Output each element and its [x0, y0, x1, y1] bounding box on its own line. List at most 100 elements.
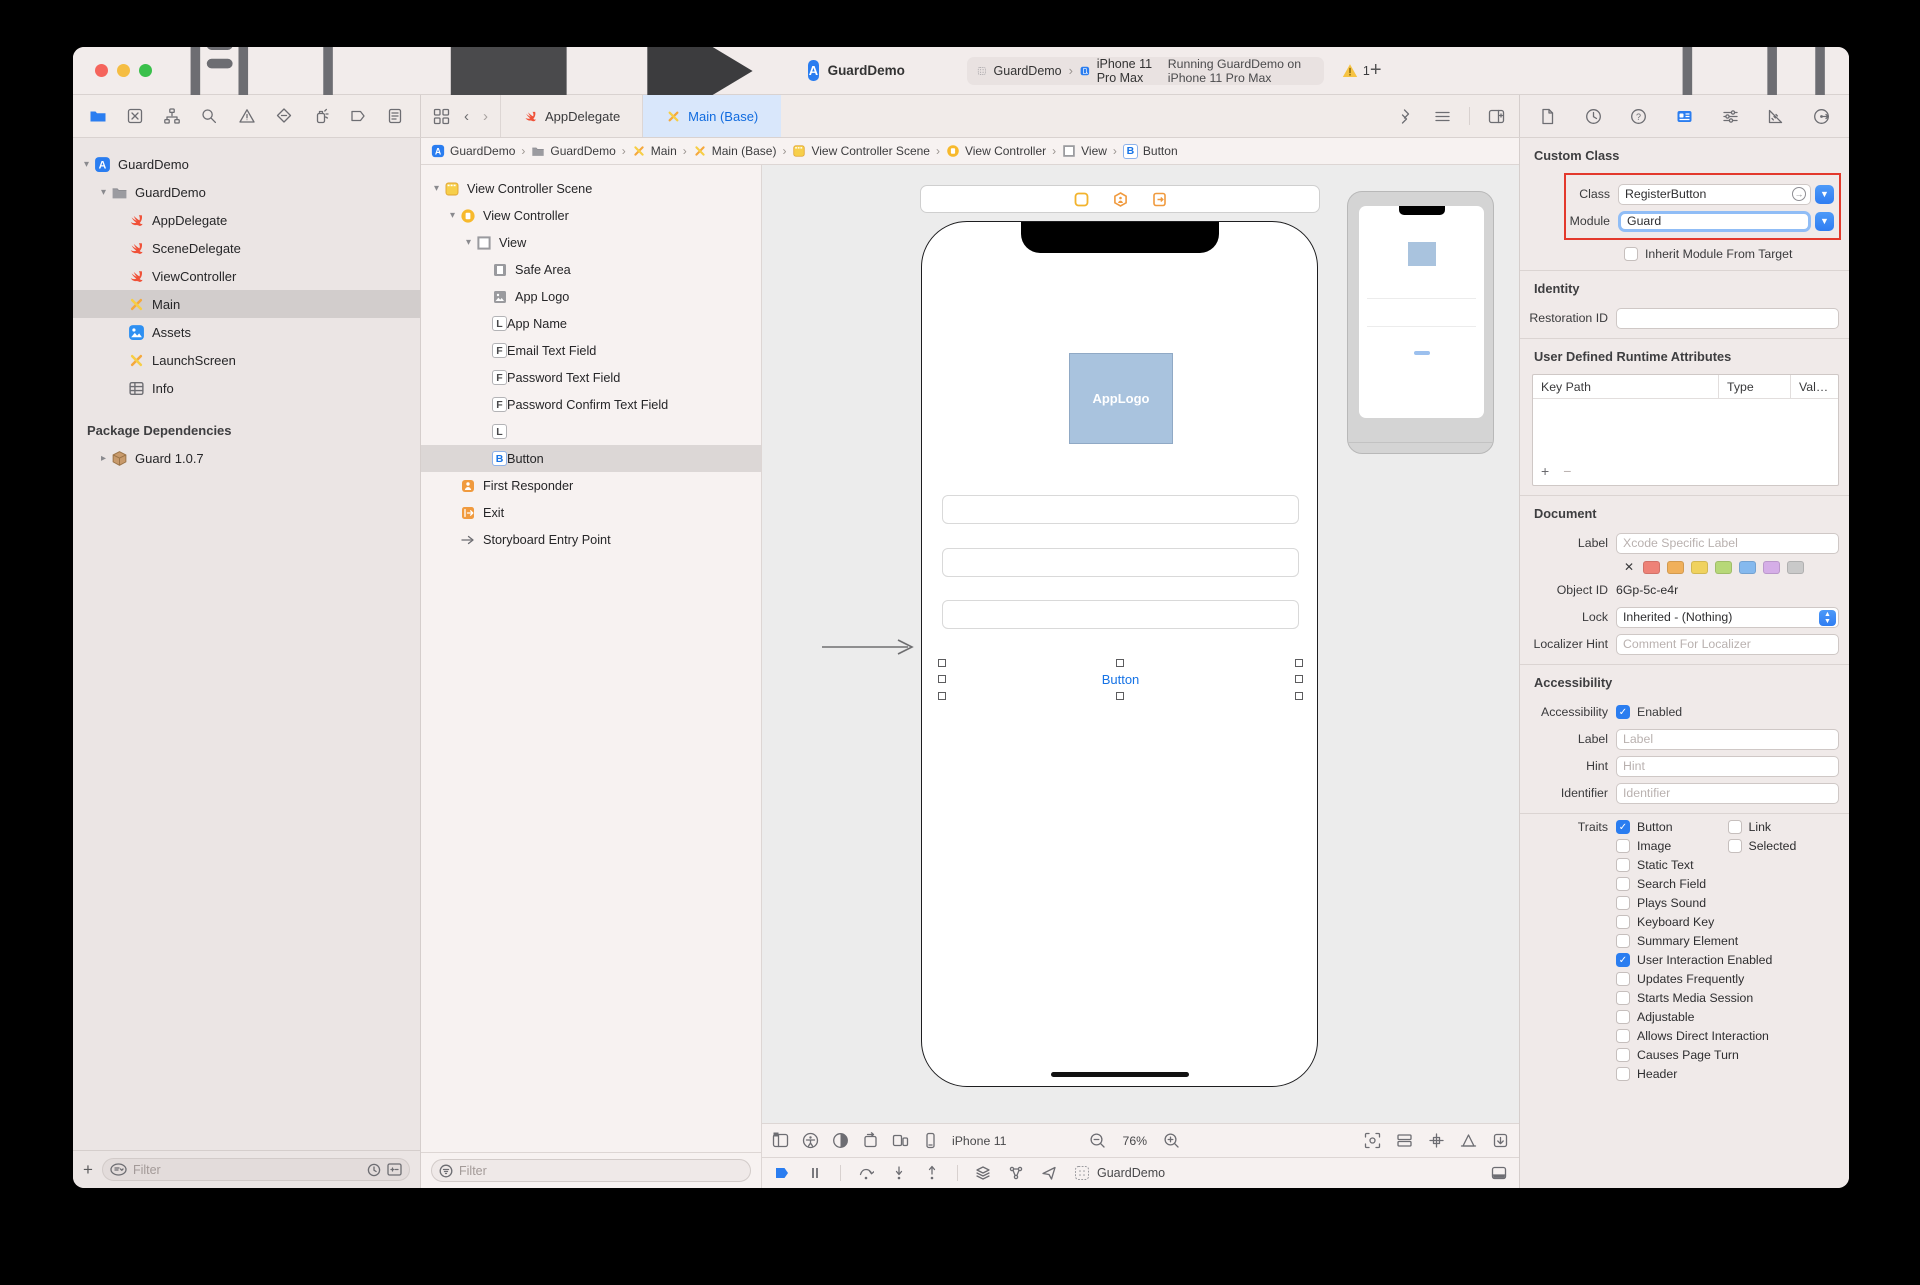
add-constraints-icon[interactable] [1428, 1132, 1445, 1149]
password-confirm-text-field[interactable] [942, 600, 1299, 629]
step-over-icon[interactable] [858, 1165, 874, 1181]
jumpbar-segment-guarddemo[interactable]: AGuardDemo [431, 144, 515, 158]
zoom-out-icon[interactable] [1089, 1132, 1106, 1149]
first-responder-dock-icon[interactable] [1113, 192, 1128, 207]
outline-item-view-controller-scene[interactable]: ▾View Controller Scene [421, 175, 761, 202]
tab-overview-icon[interactable] [433, 108, 450, 125]
trait-static-text[interactable]: Static Text [1616, 858, 1839, 872]
trait-header[interactable]: Header [1616, 1067, 1839, 1081]
forward-nav-icon[interactable]: › [483, 108, 488, 125]
appearance-icon[interactable] [832, 1132, 849, 1149]
runtime-attributes-table[interactable]: Key Path Type Val… + − [1532, 374, 1839, 486]
zoom-level[interactable]: 76% [1122, 1134, 1147, 1148]
trait-checkbox[interactable] [1616, 839, 1630, 853]
trait-summary-element[interactable]: Summary Element [1616, 934, 1839, 948]
new-tab-button[interactable]: + [1370, 59, 1382, 82]
navigator-item-assets[interactable]: Assets [73, 318, 420, 346]
package-item-guard-1-0-7[interactable]: ▸Guard 1.0.7 [73, 444, 420, 472]
outline-toggle-icon[interactable] [772, 1132, 789, 1149]
running-app-name[interactable]: GuardDemo [1097, 1166, 1165, 1180]
exit-dock-icon[interactable] [1152, 192, 1167, 207]
selection-handle[interactable] [1295, 692, 1303, 700]
simulate-location-icon[interactable] [1041, 1165, 1057, 1181]
navigator-source-control-icon[interactable] [126, 107, 144, 125]
console-toggle-icon[interactable] [1491, 1165, 1507, 1181]
step-into-icon[interactable] [891, 1165, 907, 1181]
outline-filter-input[interactable] [459, 1164, 743, 1178]
iphone-canvas-device[interactable]: AppLogo Button [921, 221, 1318, 1087]
trait-checkbox[interactable] [1616, 858, 1630, 872]
password-text-field[interactable] [942, 548, 1299, 577]
disclosure-triangle[interactable]: ▾ [429, 183, 444, 194]
navigator-item-appdelegate[interactable]: AppDelegate [73, 206, 420, 234]
color-swatch-5[interactable] [1763, 561, 1780, 574]
outline-item-view-controller[interactable]: ▾View Controller [421, 202, 761, 229]
restoration-id-input[interactable] [1616, 308, 1839, 329]
align-icon[interactable] [1460, 1132, 1477, 1149]
view-controller-dock-icon[interactable] [1074, 192, 1089, 207]
navigator-filter-field[interactable] [102, 1158, 410, 1181]
outline-item-view[interactable]: ▾View [421, 229, 761, 256]
trait-selected[interactable]: Selected [1728, 839, 1840, 853]
navigator-item-guarddemo[interactable]: ▾AGuardDemo [73, 150, 420, 178]
color-swatch-1[interactable] [1667, 561, 1684, 574]
trait-keyboard-key[interactable]: Keyboard Key [1616, 915, 1839, 929]
jumpbar-segment-main[interactable]: Main [632, 144, 677, 158]
app-logo-view[interactable]: AppLogo [1069, 353, 1173, 444]
add-attribute-button[interactable]: + [1541, 463, 1549, 479]
disclosure-triangle[interactable]: ▾ [96, 187, 111, 198]
trait-checkbox[interactable] [1616, 991, 1630, 1005]
accessibility-enabled-checkbox[interactable] [1616, 705, 1630, 719]
navigator-project-icon[interactable] [89, 107, 107, 125]
navigator-item-viewcontroller[interactable]: ViewController [73, 262, 420, 290]
jumpbar-segment-view-controller[interactable]: View Controller [946, 144, 1046, 158]
disclosure-triangle[interactable]: ▾ [445, 210, 460, 221]
lock-popup[interactable]: Inherited - (Nothing) ▲▼ [1616, 607, 1839, 628]
trait-checkbox[interactable] [1616, 972, 1630, 986]
outline-item-app-logo[interactable]: App Logo [421, 283, 761, 310]
localizer-hint-input[interactable] [1616, 634, 1839, 655]
update-frames-icon[interactable] [1364, 1132, 1381, 1149]
trait-adjustable[interactable]: Adjustable [1616, 1010, 1839, 1024]
trait-checkbox[interactable] [1616, 1010, 1630, 1024]
trait-checkbox[interactable] [1616, 877, 1630, 891]
trait-checkbox[interactable] [1616, 953, 1630, 967]
recent-files-icon[interactable] [367, 1163, 381, 1177]
back-nav-icon[interactable]: ‹ [464, 108, 469, 125]
accessibility-hint-input[interactable] [1616, 756, 1839, 777]
jumpbar-segment-guarddemo[interactable]: GuardDemo [531, 144, 615, 158]
secondary-scene-preview[interactable] [1347, 191, 1494, 454]
trait-checkbox[interactable] [1616, 820, 1630, 834]
storyboard-entry-arrow[interactable] [820, 639, 920, 655]
add-editor-icon[interactable] [1488, 108, 1505, 125]
trait-updates-frequently[interactable]: Updates Frequently [1616, 972, 1839, 986]
device-name[interactable]: iPhone 11 [952, 1134, 1006, 1148]
jump-bar[interactable]: AGuardDemo›GuardDemo›Main›Main (Base)›Vi… [421, 138, 1519, 165]
lock-stepper-icon[interactable]: ▲▼ [1819, 610, 1836, 626]
inspector-attributes-icon[interactable] [1721, 107, 1740, 126]
trait-link[interactable]: Link [1728, 820, 1840, 834]
trait-checkbox[interactable] [1616, 896, 1630, 910]
device-icon[interactable] [922, 1132, 939, 1149]
selection-handle[interactable] [1116, 692, 1124, 700]
outline-item-exit[interactable]: Exit [421, 499, 761, 526]
memory-graph-icon[interactable] [1008, 1165, 1024, 1181]
outline-item-password-confirm-text-field[interactable]: FPassword Confirm Text Field [421, 391, 761, 418]
navigator-item-main[interactable]: Main [73, 290, 420, 318]
embed-in-icon[interactable] [1396, 1132, 1413, 1149]
accessibility-preview-icon[interactable] [802, 1132, 819, 1149]
navigator-item-info[interactable]: Info [73, 374, 420, 402]
accessibility-identifier-input[interactable] [1616, 783, 1839, 804]
zoom-in-icon[interactable] [1163, 1132, 1180, 1149]
trait-checkbox[interactable] [1728, 820, 1742, 834]
trait-checkbox[interactable] [1616, 915, 1630, 929]
navigator-tests-icon[interactable] [275, 107, 293, 125]
selection-handle[interactable] [938, 675, 946, 683]
selection-handle[interactable] [1116, 659, 1124, 667]
view-hierarchy-icon[interactable] [975, 1165, 991, 1181]
outline-filter-field[interactable] [431, 1159, 751, 1182]
editor-options-icon[interactable] [1434, 108, 1451, 125]
scheme-selector[interactable]: GuardDemo › iPhone 11 Pro Max Running Gu… [967, 57, 1324, 85]
document-label-input[interactable] [1616, 533, 1839, 554]
class-field[interactable]: RegisterButton → [1618, 184, 1811, 205]
